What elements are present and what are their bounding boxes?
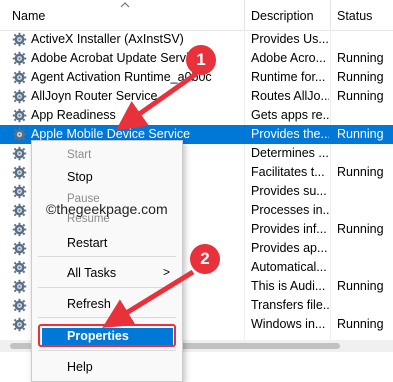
service-name: App Readiness bbox=[31, 108, 116, 122]
menu-item-stop[interactable]: Stop bbox=[67, 170, 93, 184]
service-name: AllJoyn Router Service bbox=[31, 89, 158, 103]
service-row[interactable]: App Readiness Gets apps re... bbox=[0, 106, 393, 125]
service-description: Facilitates t... bbox=[251, 165, 325, 179]
service-description: Automatical... bbox=[251, 260, 327, 274]
service-gear-icon bbox=[12, 127, 27, 142]
menu-item-start[interactable]: Start bbox=[67, 149, 91, 161]
step-1-badge: 1 bbox=[186, 45, 216, 75]
service-description: This is Audi... bbox=[251, 279, 326, 293]
service-description: Windows in... bbox=[251, 317, 326, 331]
column-header-bar: Name Description Status bbox=[0, 0, 393, 31]
service-description: Provides inf... bbox=[251, 222, 327, 236]
service-description: Determines ... bbox=[251, 146, 329, 160]
submenu-arrow-icon: > bbox=[163, 265, 171, 279]
sort-ascending-icon bbox=[120, 2, 130, 8]
service-description: Processes in... bbox=[251, 203, 329, 217]
service-gear-icon bbox=[12, 260, 27, 275]
service-description: Routes AllJo... bbox=[251, 89, 329, 103]
service-gear-icon bbox=[12, 70, 27, 85]
service-description: Gets apps re... bbox=[251, 108, 329, 122]
service-description: Transfers file... bbox=[251, 298, 329, 312]
service-name: Agent Activation Runtime_a0b0c bbox=[31, 70, 212, 84]
service-status: Running bbox=[337, 70, 384, 84]
column-header-name[interactable]: Name bbox=[12, 9, 45, 23]
service-status: Running bbox=[337, 89, 384, 103]
service-gear-icon bbox=[12, 203, 27, 218]
column-separator[interactable] bbox=[244, 0, 245, 30]
step-2-badge: 2 bbox=[190, 244, 220, 274]
service-gear-icon bbox=[12, 184, 27, 199]
service-gear-icon bbox=[12, 108, 27, 123]
service-gear-icon bbox=[12, 165, 27, 180]
service-status: Running bbox=[337, 279, 384, 293]
service-description: Provides Us... bbox=[251, 32, 329, 46]
service-description: Runtime for... bbox=[251, 70, 326, 84]
menu-item-all-tasks[interactable]: All Tasks bbox=[67, 266, 116, 280]
service-status: Running bbox=[337, 127, 384, 141]
context-menu: Start Stop Pause Resume Restart All Task… bbox=[31, 140, 183, 382]
menu-divider bbox=[38, 317, 176, 318]
menu-item-properties[interactable]: Properties bbox=[67, 329, 129, 343]
service-gear-icon bbox=[12, 222, 27, 237]
service-name: ActiveX Installer (AxInstSV) bbox=[31, 32, 184, 46]
menu-divider bbox=[38, 256, 176, 257]
menu-item-refresh[interactable]: Refresh bbox=[67, 297, 111, 311]
menu-divider bbox=[38, 287, 176, 288]
service-status: Running bbox=[337, 165, 384, 179]
service-status: Running bbox=[337, 317, 384, 331]
service-gear-icon bbox=[12, 298, 27, 313]
service-gear-icon bbox=[12, 279, 27, 294]
column-header-description[interactable]: Description bbox=[251, 9, 314, 23]
column-header-status[interactable]: Status bbox=[337, 9, 372, 23]
menu-item-help[interactable]: Help bbox=[67, 360, 93, 374]
service-gear-icon bbox=[12, 241, 27, 256]
service-name: Apple Mobile Device Service bbox=[31, 127, 191, 141]
service-gear-icon bbox=[12, 89, 27, 104]
service-gear-icon bbox=[12, 51, 27, 66]
service-row[interactable]: AllJoyn Router Service Routes AllJo... Run… bbox=[0, 87, 393, 106]
service-status: Running bbox=[337, 51, 384, 65]
service-status: Running bbox=[337, 222, 384, 236]
service-description: Adobe Acro... bbox=[251, 51, 327, 65]
menu-divider bbox=[38, 350, 176, 351]
service-gear-icon bbox=[12, 32, 27, 47]
service-gear-icon bbox=[12, 146, 27, 161]
service-description: Provides ap... bbox=[251, 241, 328, 255]
service-description: Provides the... bbox=[251, 127, 329, 141]
watermark: ©thegeekpage.com bbox=[46, 201, 168, 217]
menu-item-restart[interactable]: Restart bbox=[67, 236, 107, 250]
column-separator[interactable] bbox=[330, 0, 331, 30]
service-description: Provides su... bbox=[251, 184, 327, 198]
service-name: Adobe Acrobat Update Service bbox=[31, 51, 202, 65]
service-gear-icon bbox=[12, 317, 27, 332]
